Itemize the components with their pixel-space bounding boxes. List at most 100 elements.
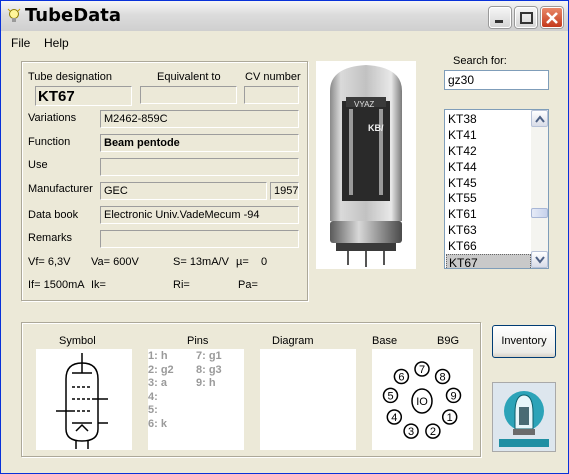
- tube-photo-image: VYAZ KB/: [330, 65, 402, 267]
- title-bar[interactable]: TubeData: [1, 1, 568, 31]
- base-pin-number: 5: [387, 390, 393, 402]
- list-item[interactable]: KT45: [446, 175, 531, 191]
- param-vf: Vf= 6,3V: [28, 256, 71, 268]
- designation-field[interactable]: KT67: [35, 86, 132, 106]
- list-item[interactable]: KT44: [446, 159, 531, 175]
- lightbulb-icon: [7, 8, 21, 22]
- base-pinout-drawing: 12 34 56 7 89 IO: [382, 361, 462, 439]
- minimize-button[interactable]: [489, 7, 511, 28]
- param-va: Va= 600V: [91, 256, 139, 268]
- pins-right-column: 7: g1 8: g3 9: h: [196, 350, 222, 391]
- use-field[interactable]: [100, 158, 299, 176]
- tube-symbol-box: [36, 349, 132, 450]
- list-item-selected[interactable]: KT67: [446, 254, 531, 268]
- year-field[interactable]: 1957: [270, 182, 299, 200]
- equivalent-field[interactable]: [140, 86, 237, 104]
- tube-listbox[interactable]: KT38 KT41 KT42 KT44 KT45 KT55 KT61 KT63 …: [444, 109, 549, 269]
- manufacturer-field[interactable]: GEC: [100, 182, 267, 200]
- diagram-label: Diagram: [272, 335, 314, 347]
- pin-entry: 1: h: [148, 350, 168, 362]
- pin-entry: 6: k: [148, 417, 167, 430]
- scroll-thumb[interactable]: [531, 208, 548, 218]
- pin-entry: 5:: [148, 404, 158, 417]
- function-label: Function: [28, 136, 71, 148]
- pins-label: Pins: [187, 335, 209, 347]
- databook-field[interactable]: Electronic Univ.VadeMecum -94: [100, 206, 299, 224]
- tube-photo: VYAZ KB/: [316, 61, 416, 269]
- base-pin-number: 2: [430, 426, 436, 438]
- pins-box: 1: h 2: g2 3: a 4: 5: 6: k 7: g1 8: g3 9…: [148, 349, 244, 450]
- window-title: TubeData: [25, 5, 122, 26]
- equivalent-label: Equivalent to: [157, 71, 221, 83]
- scroll-up-button[interactable]: [531, 110, 548, 127]
- base-pin-number: 8: [440, 372, 446, 384]
- pin-entry: 9: h: [196, 377, 216, 390]
- list-item[interactable]: KT66: [446, 238, 531, 254]
- search-label: Search for:: [453, 55, 507, 67]
- param-ik: Ik=: [91, 279, 106, 291]
- maximize-button[interactable]: [515, 7, 537, 28]
- pin-entry: 4:: [148, 390, 158, 403]
- cv-label: CV number: [245, 71, 301, 83]
- param-mu: µ=: [236, 256, 249, 268]
- remarks-field[interactable]: [100, 230, 299, 248]
- pin-entry: 3: a: [148, 377, 167, 390]
- list-scrollbar[interactable]: [531, 110, 548, 268]
- tube-logo-image: [493, 383, 555, 451]
- designation-label: Tube designation: [28, 71, 112, 83]
- list-item[interactable]: KT41: [446, 127, 531, 143]
- search-input[interactable]: [444, 70, 549, 90]
- symbol-label: Symbol: [59, 335, 96, 347]
- main-window: TubeData File Help Tube designation Equi…: [0, 0, 569, 474]
- variations-field[interactable]: M2462-859C: [100, 110, 299, 128]
- list-item[interactable]: KT42: [446, 143, 531, 159]
- variations-label: Variations: [28, 112, 77, 124]
- base-pin-number: 4: [391, 412, 397, 424]
- param-ri: Ri=: [173, 279, 190, 291]
- menu-bar: File Help: [1, 32, 568, 52]
- scroll-up-icon: [535, 115, 545, 123]
- inventory-button[interactable]: Inventory: [492, 325, 556, 358]
- scroll-down-icon: [535, 256, 545, 264]
- base-pin-number: 6: [398, 372, 404, 384]
- close-button[interactable]: [541, 7, 563, 28]
- manufacturer-label: Manufacturer: [28, 183, 93, 195]
- maximize-icon: [520, 12, 533, 24]
- minimize-icon: [495, 20, 503, 23]
- svg-text:KB/: KB/: [368, 123, 384, 133]
- base-type-label: B9G: [437, 335, 460, 347]
- scroll-down-button[interactable]: [531, 251, 548, 268]
- close-icon: [546, 12, 558, 24]
- menu-help[interactable]: Help: [44, 36, 69, 50]
- diagram-box: [260, 349, 356, 450]
- base-pin-number: 7: [419, 364, 425, 376]
- pin-entry: 8: g3: [196, 363, 222, 376]
- pin-entry: 2: g2: [148, 363, 174, 376]
- param-mu-value: 0: [261, 256, 268, 268]
- list-item[interactable]: KT38: [446, 111, 531, 127]
- tube-logo: [492, 382, 556, 452]
- cv-field[interactable]: [244, 86, 299, 104]
- base-center-label: IO: [416, 396, 428, 408]
- svg-text:VYAZ: VYAZ: [354, 100, 374, 109]
- menu-file[interactable]: File: [11, 36, 30, 50]
- list-item[interactable]: KT55: [446, 190, 531, 206]
- tube-list: KT38 KT41 KT42 KT44 KT45 KT55 KT61 KT63 …: [446, 111, 531, 268]
- pin-entry: 7: g1: [196, 350, 222, 362]
- databook-label: Data book: [28, 209, 79, 221]
- pins-left-column: 1: h 2: g2 3: a 4: 5: 6: k: [148, 350, 174, 432]
- param-s: S= 13mA/V: [173, 256, 229, 268]
- base-box: 12 34 56 7 89 IO: [372, 349, 473, 450]
- base-pin-number: 3: [408, 426, 414, 438]
- remarks-label: Remarks: [28, 232, 73, 244]
- function-field[interactable]: Beam pentode: [100, 134, 299, 152]
- param-pa: Pa=: [238, 279, 258, 291]
- base-pin-number: 9: [450, 390, 456, 402]
- base-pin-number: 1: [447, 412, 453, 424]
- tube-symbol-drawing: [56, 353, 108, 449]
- param-if: If= 1500mA: [28, 279, 85, 291]
- list-item[interactable]: KT61: [446, 206, 531, 222]
- base-label: Base: [372, 335, 398, 347]
- list-item[interactable]: KT63: [446, 222, 531, 238]
- use-label: Use: [28, 159, 48, 171]
